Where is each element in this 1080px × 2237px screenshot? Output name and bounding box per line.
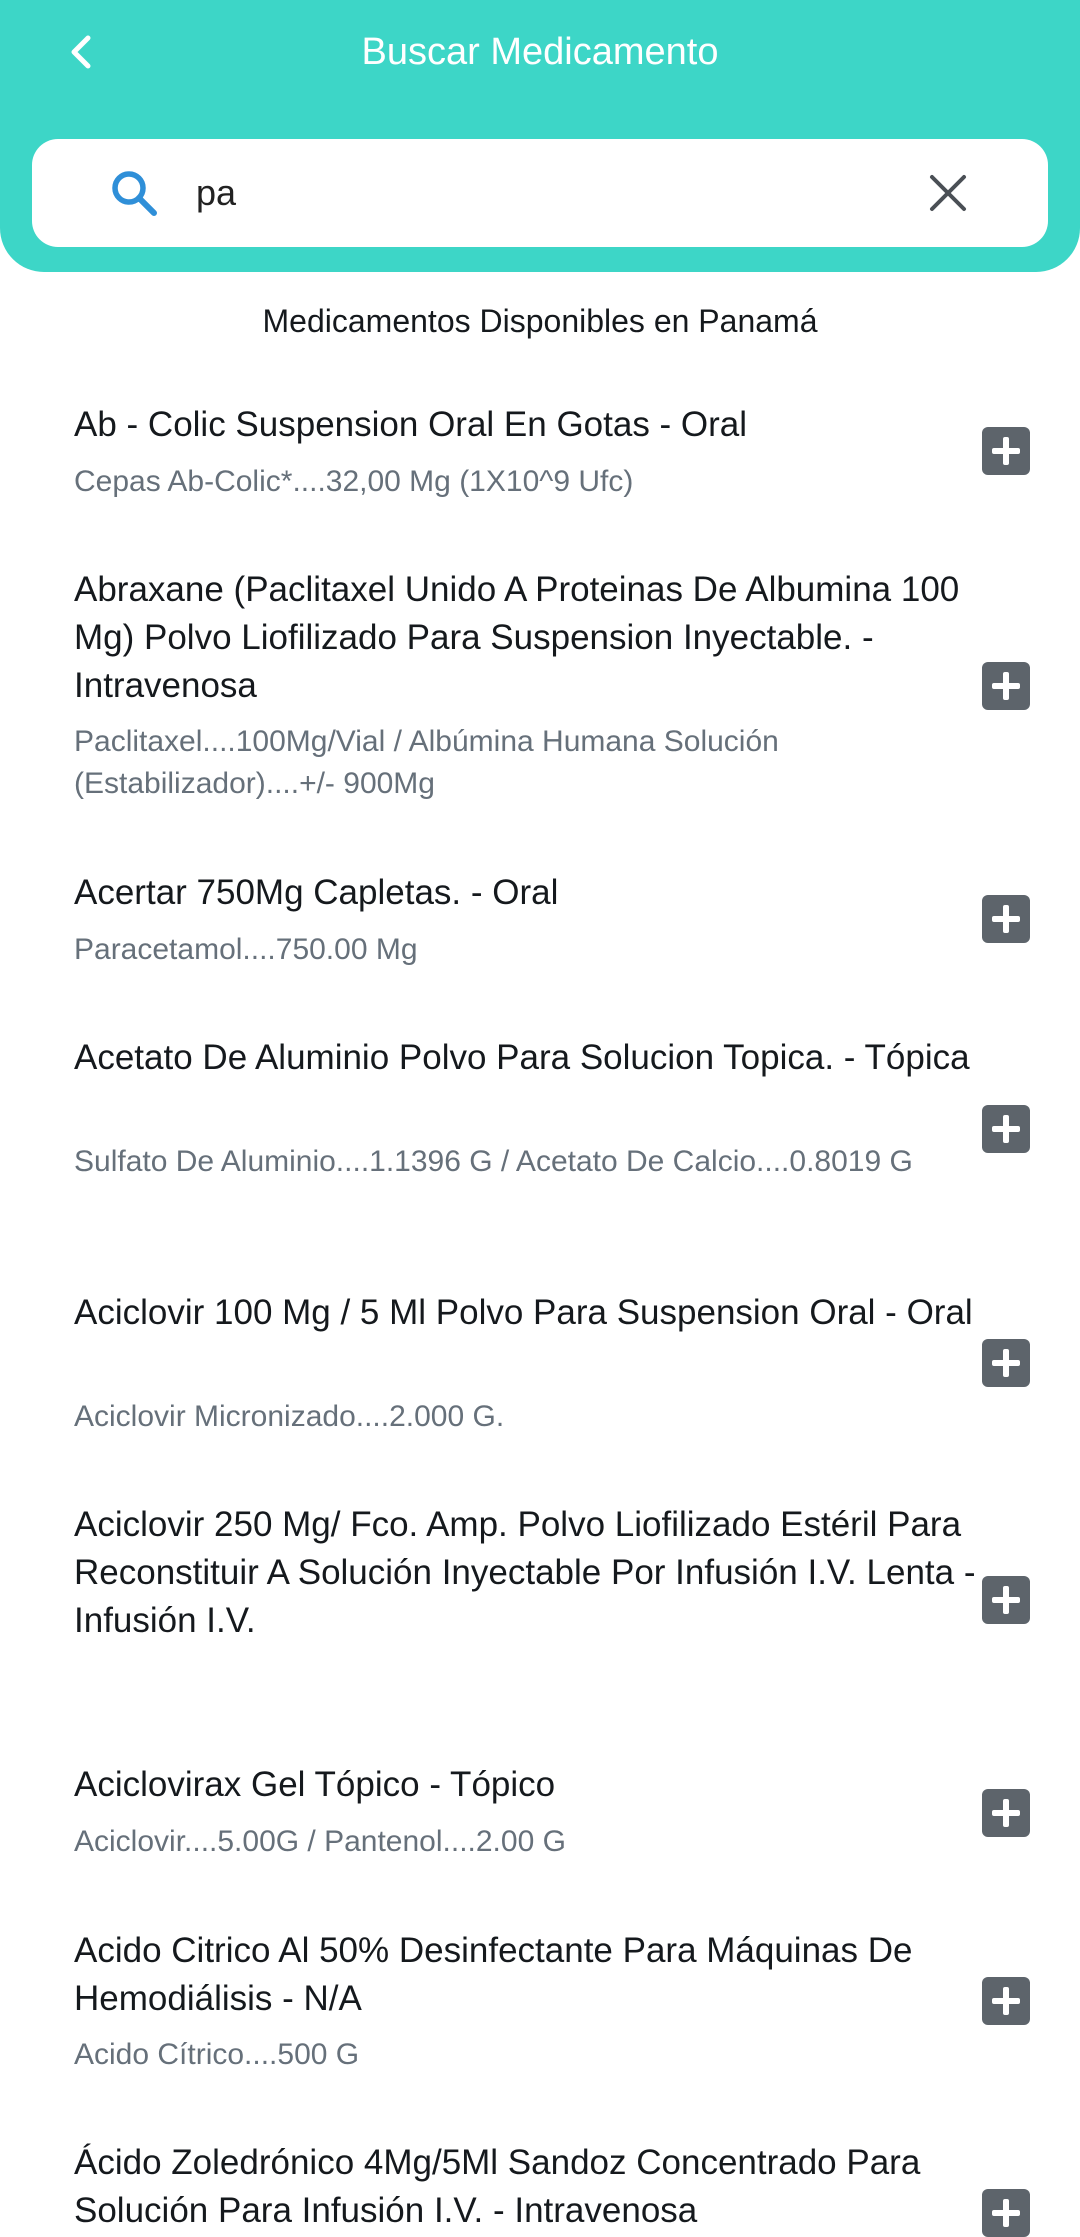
medication-ingredients: Paracetamol....750.00 Mg bbox=[74, 933, 418, 966]
search-bar bbox=[32, 139, 1048, 247]
medication-name: Abraxane (Paclitaxel Unido A Proteinas D… bbox=[74, 570, 960, 705]
add-medication-button[interactable] bbox=[982, 1789, 1030, 1837]
medication-name: Aciclovirax Gel Tópico - Tópico bbox=[74, 1765, 556, 1804]
add-medication-button[interactable] bbox=[982, 662, 1030, 710]
add-medication-button[interactable] bbox=[982, 895, 1030, 943]
add-medication-button[interactable] bbox=[982, 2189, 1030, 2237]
add-medication-button[interactable] bbox=[982, 1977, 1030, 2025]
add-medication-button[interactable] bbox=[982, 1339, 1030, 1387]
page-title: Buscar Medicamento bbox=[361, 31, 719, 73]
medication-ingredients: Sulfato De Aluminio....1.1396 G / Acetat… bbox=[74, 1145, 913, 1178]
search-input[interactable] bbox=[196, 163, 916, 223]
add-medication-button[interactable] bbox=[982, 427, 1030, 475]
medication-name: Aciclovir 100 Mg / 5 Ml Polvo Para Suspe… bbox=[74, 1293, 973, 1332]
medication-ingredients: Aciclovir Micronizado....2.000 G. bbox=[74, 1400, 505, 1433]
section-title: Medicamentos Disponibles en Panamá bbox=[262, 303, 818, 339]
medication-name: Acetato De Aluminio Polvo Para Solucion … bbox=[74, 1038, 970, 1077]
medication-name: Aciclovir 250 Mg/ Fco. Amp. Polvo Liofil… bbox=[74, 1505, 976, 1640]
close-icon bbox=[930, 175, 966, 211]
search-icon bbox=[112, 171, 157, 216]
medication-name: Acido Citrico Al 50% Desinfectante Para … bbox=[74, 1931, 913, 2018]
medication-ingredients: Cepas Ab-Colic*....32,00 Mg (1X10^9 Ufc) bbox=[74, 465, 634, 498]
medication-ingredients: Aciclovir....5.00G / Pantenol....2.00 G bbox=[74, 1825, 566, 1858]
medication-ingredients: Acido Cítrico....500 G bbox=[74, 2038, 360, 2071]
add-medication-button[interactable] bbox=[982, 1576, 1030, 1624]
medication-name: Ácido Zoledrónico 4Mg/5Ml Sandoz Concent… bbox=[74, 2143, 921, 2230]
medication-ingredients: Paclitaxel....100Mg/Vial / Albúmina Huma… bbox=[74, 725, 779, 800]
add-medication-button[interactable] bbox=[982, 1105, 1030, 1153]
app-header: Buscar Medicamento bbox=[0, 0, 1080, 272]
clear-search-button[interactable] bbox=[916, 161, 980, 225]
medication-name: Acertar 750Mg Capletas. - Oral bbox=[74, 873, 559, 912]
medication-name: Ab - Colic Suspension Oral En Gotas - Or… bbox=[74, 405, 748, 444]
